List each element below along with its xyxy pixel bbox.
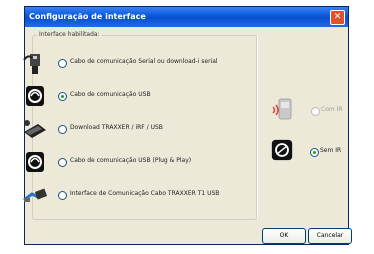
ok-button[interactable]: OK [262,228,306,244]
radio-download-traxxer[interactable] [58,125,67,134]
option-label: Cabo de comunicação USB [70,91,151,98]
option-usb-cable[interactable]: Cabo de comunicação USB [22,83,232,109]
cancel-button[interactable]: Cancelar [308,228,352,244]
usb-cable-icon [26,86,44,106]
option-label: Cabo de comunicação USB (Plug & Play) [70,157,192,164]
radio-com-ir[interactable] [311,107,320,116]
ir-option-label: Com IR [321,106,343,113]
group-label: Interface habilitada: [37,31,102,38]
infrared-device-icon [272,98,292,120]
ir-panel [257,35,348,218]
close-button[interactable]: ✕ [330,10,345,25]
radio-usb-cable[interactable] [58,92,67,101]
ir-option-label: Sem IR [320,147,342,154]
option-label: Cabo de comunicação Serial ou download-i… [70,58,218,65]
serial-cable-icon [23,54,40,74]
option-label: Download TRAXXER / iRF / USB [70,124,163,131]
title-bar[interactable]: Configuração de interface ✕ [25,7,348,27]
traxxer-device-icon [24,120,46,138]
option-label: Interface de Comunicação Cabo TRAXXER T1… [70,190,220,197]
option-usb-plug-play[interactable]: Cabo de comunicação USB (Plug & Play) [22,149,232,175]
t1-usb-cable-icon [23,188,48,202]
radio-sem-ir[interactable] [310,148,319,157]
option-serial-cable[interactable]: Cabo de comunicação Serial ou download-i… [22,50,232,76]
radio-usb-plug-play[interactable] [58,158,67,167]
radio-traxxer-t1-usb[interactable] [58,191,67,200]
no-ir-cable-icon [271,139,293,161]
usb-plug-play-icon [26,152,44,172]
option-download-traxxer[interactable]: Download TRAXXER / iRF / USB [22,116,232,142]
option-com-ir[interactable]: Com IR [249,97,343,123]
window-title: Configuração de interface [29,12,146,21]
option-sem-ir[interactable]: Sem IR [249,138,341,164]
radio-serial-cable[interactable] [58,59,67,68]
option-traxxer-t1-usb[interactable]: Interface de Comunicação Cabo TRAXXER T1… [22,182,232,208]
